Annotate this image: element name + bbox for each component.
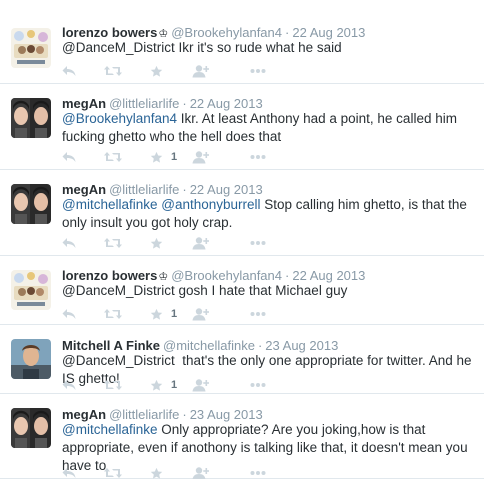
avatar[interactable]: [11, 98, 51, 138]
tweet-actions: [62, 63, 282, 79]
date-separator: ·: [257, 338, 263, 353]
tweet[interactable]: megAn @littleliarlife · 22 Aug 2013 @Brookeh…: [0, 84, 484, 170]
favorite-count: 1: [171, 151, 178, 163]
more-dots-icon[interactable]: [250, 149, 266, 165]
retweet-icon[interactable]: [104, 149, 122, 165]
tweet-timestamp[interactable]: 23 Aug 2013: [190, 407, 263, 422]
more-dots-icon[interactable]: [250, 306, 266, 322]
mention-link[interactable]: @mitchellafinke: [62, 197, 158, 212]
date-separator: ·: [182, 407, 187, 422]
date-separator: ·: [182, 96, 187, 111]
avatar[interactable]: [11, 28, 51, 68]
avatar[interactable]: [11, 408, 51, 448]
favorite-count: 1: [171, 379, 178, 391]
user-handle[interactable]: @littleliarlife: [109, 182, 179, 197]
more-dots-icon[interactable]: [250, 63, 266, 79]
reply-icon[interactable]: [62, 149, 76, 165]
star-icon[interactable]: 1: [150, 306, 177, 322]
avatar[interactable]: [11, 270, 51, 310]
user-handle[interactable]: @littleliarlife: [109, 96, 179, 111]
user-handle[interactable]: @littleliarlife: [109, 407, 179, 422]
reply-icon[interactable]: [62, 465, 76, 479]
reply-icon[interactable]: [62, 377, 76, 393]
tweet-text: @Brookehylanfan4 Ikr. At least Anthony h…: [62, 110, 474, 146]
star-icon[interactable]: 1: [150, 149, 177, 165]
user-handle[interactable]: @Brookehylanfan4: [171, 268, 282, 283]
tweet-actions: 1: [62, 149, 282, 165]
date-separator: ·: [285, 25, 290, 40]
tweet-actions: [62, 465, 282, 479]
mention-link[interactable]: @Brookehylanfan4: [62, 111, 177, 126]
avatar[interactable]: [11, 339, 51, 379]
user-handle[interactable]: @mitchellafinke: [163, 338, 255, 353]
tweet-text: @mitchellafinke @anthonyburrell Stop cal…: [62, 196, 474, 232]
reply-icon[interactable]: [62, 306, 76, 322]
tweet-text: @DanceM_District gosh I hate that Michae…: [62, 282, 474, 300]
reply-icon[interactable]: [62, 63, 76, 79]
tweet-timestamp[interactable]: 22 Aug 2013: [190, 182, 263, 197]
tweet[interactable]: lorenzo bowers♔ @Brookehylanfan4 · 22 Aug 2…: [0, 256, 484, 325]
tweet[interactable]: lorenzo bowers♔ @Brookehylanfan4 · 22 Aug 2…: [0, 0, 484, 84]
star-icon[interactable]: [150, 235, 163, 251]
tweet-timestamp[interactable]: 22 Aug 2013: [292, 25, 365, 40]
retweet-icon[interactable]: [104, 235, 122, 251]
retweet-icon[interactable]: [104, 465, 122, 479]
mention-link[interactable]: @mitchellafinke: [62, 422, 158, 437]
tweet[interactable]: megAn @littleliarlife · 22 Aug 2013 @mitchel…: [0, 170, 484, 256]
retweet-icon[interactable]: [104, 63, 122, 79]
retweet-icon[interactable]: [104, 377, 122, 393]
tweet[interactable]: megAn @littleliarlife · 23 Aug 2013 @mitchel…: [0, 394, 484, 479]
follow-user-icon[interactable]: [192, 149, 209, 165]
tweet-timestamp[interactable]: 23 Aug 2013: [265, 338, 338, 353]
tweet-text-segment: @DanceM_District Ikr it's so rude what h…: [62, 40, 342, 55]
tweet-actions: 1: [62, 306, 282, 322]
star-icon[interactable]: [150, 63, 163, 79]
user-fullname[interactable]: Mitchell A Finke: [62, 338, 160, 353]
tweet-actions: [62, 235, 282, 251]
tweet-text: @DanceM_District Ikr it's so rude what h…: [62, 39, 474, 57]
star-icon[interactable]: 1: [150, 377, 177, 393]
tweet-timeline: lorenzo bowers♔ @Brookehylanfan4 · 22 Aug 2…: [0, 0, 484, 479]
user-fullname[interactable]: megAn: [62, 182, 106, 197]
user-fullname[interactable]: lorenzo bowers: [62, 25, 157, 40]
favorite-count: 1: [171, 308, 178, 320]
user-fullname[interactable]: megAn: [62, 407, 106, 422]
follow-user-icon[interactable]: [192, 306, 209, 322]
follow-user-icon[interactable]: [192, 235, 209, 251]
tweet[interactable]: Mitchell A Finke @mitchellafinke · 23 Aug 2…: [0, 325, 484, 394]
more-dots-icon[interactable]: [250, 235, 266, 251]
user-fullname[interactable]: megAn: [62, 96, 106, 111]
follow-user-icon[interactable]: [192, 377, 209, 393]
tweet-timestamp[interactable]: 22 Aug 2013: [292, 268, 365, 283]
retweet-icon[interactable]: [104, 306, 122, 322]
date-separator: ·: [285, 268, 290, 283]
user-handle[interactable]: @Brookehylanfan4: [171, 25, 282, 40]
user-fullname[interactable]: lorenzo bowers: [62, 268, 157, 283]
mention-link[interactable]: @anthonyburrell: [161, 197, 260, 212]
tweet-timestamp[interactable]: 22 Aug 2013: [190, 96, 263, 111]
follow-user-icon[interactable]: [192, 63, 209, 79]
follow-user-icon[interactable]: [192, 465, 209, 479]
date-separator: ·: [182, 182, 187, 197]
reply-icon[interactable]: [62, 235, 76, 251]
star-icon[interactable]: [150, 465, 163, 479]
more-dots-icon[interactable]: [250, 377, 266, 393]
tweet-actions: 1: [62, 377, 282, 393]
more-dots-icon[interactable]: [250, 465, 266, 479]
avatar[interactable]: [11, 184, 51, 224]
tweet-text-segment: @DanceM_District gosh I hate that Michae…: [62, 283, 348, 298]
